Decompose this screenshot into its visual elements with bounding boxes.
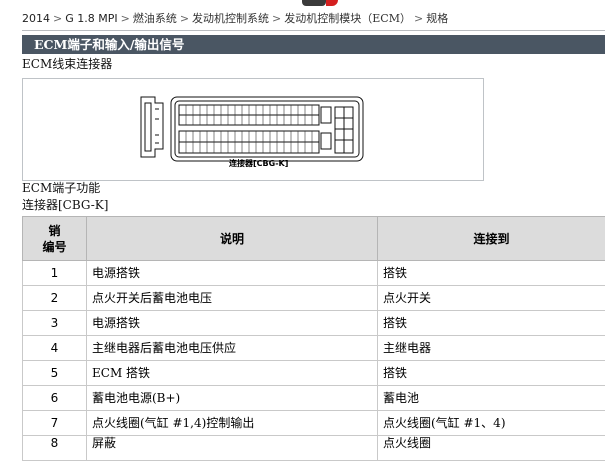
pin-number: 5 bbox=[23, 361, 87, 386]
pin-connection: 搭铁 bbox=[378, 361, 605, 386]
pin-number-header: 销 编号 bbox=[23, 217, 87, 261]
pin-number: 6 bbox=[23, 386, 87, 411]
pin-connection: 主继电器 bbox=[378, 336, 605, 361]
breadcrumb-item-ecm[interactable]: 发动机控制模块（ECM） bbox=[284, 12, 411, 25]
pin-description: 电源搭铁 bbox=[87, 261, 378, 286]
pin-description: 电源搭铁 bbox=[87, 311, 378, 336]
pin-connection: 点火线圈(气缸 #1、4) bbox=[378, 411, 605, 436]
breadcrumb-separator: > bbox=[121, 12, 130, 25]
breadcrumb-item-year[interactable]: 2014 bbox=[22, 12, 50, 25]
table-row: 7 点火线圈(气缸 #1,4)控制输出 点火线圈(气缸 #1、4) bbox=[23, 411, 605, 436]
pin-description: 蓄电池电源(B+) bbox=[87, 386, 378, 411]
pin-header-line2: 编号 bbox=[23, 239, 86, 255]
pin-number: 3 bbox=[23, 311, 87, 336]
breadcrumb-item-spec[interactable]: 规格 bbox=[426, 12, 448, 25]
terminal-function-label: ECM端子功能 bbox=[22, 181, 100, 196]
pin-connection: 搭铁 bbox=[378, 261, 605, 286]
pin-description: 点火线圈(气缸 #1,4)控制输出 bbox=[87, 411, 378, 436]
breadcrumb-item-engine-control[interactable]: 发动机控制系统 bbox=[192, 12, 269, 25]
pin-connection: 点火开关 bbox=[378, 286, 605, 311]
pin-number: 4 bbox=[23, 336, 87, 361]
pin-connection: 点火线圈 bbox=[378, 436, 605, 461]
breadcrumb-separator: > bbox=[414, 12, 423, 25]
table-row: 4 主继电器后蓄电池电压供应 主继电器 bbox=[23, 336, 605, 361]
pin-number: 8 bbox=[23, 436, 87, 461]
section-title: ECM端子和输入/输出信号 bbox=[34, 36, 184, 53]
table-header-row: 销 编号 说明 连接到 bbox=[23, 217, 605, 261]
harness-connector-label: ECM线束连接器 bbox=[22, 57, 112, 72]
breadcrumb-separator: > bbox=[53, 12, 62, 25]
pin-connection: 搭铁 bbox=[378, 311, 605, 336]
table-row: 1 电源搭铁 搭铁 bbox=[23, 261, 605, 286]
table-row: 3 电源搭铁 搭铁 bbox=[23, 311, 605, 336]
pin-header-line1: 销 bbox=[23, 223, 86, 239]
pin-description: 主继电器后蓄电池电压供应 bbox=[87, 336, 378, 361]
breadcrumb-separator: > bbox=[180, 12, 189, 25]
pin-description: 屏蔽 bbox=[87, 436, 378, 461]
pin-number: 7 bbox=[23, 411, 87, 436]
description-header: 说明 bbox=[87, 217, 378, 261]
breadcrumb-separator: > bbox=[272, 12, 281, 25]
terminal-table: 销 编号 说明 连接到 1 电源搭铁 搭铁 2 点火开关后蓄电池电压 点火开关 … bbox=[22, 216, 605, 461]
table-row: 2 点火开关后蓄电池电压 点火开关 bbox=[23, 286, 605, 311]
pin-description: ECM 搭铁 bbox=[87, 361, 378, 386]
connector-diagram: 连接器[CBG-K] bbox=[22, 78, 484, 181]
table-row: 8 屏蔽 点火线圈 bbox=[23, 436, 605, 461]
breadcrumb-item-fuel-system[interactable]: 燃油系统 bbox=[133, 12, 177, 25]
header-divider bbox=[22, 30, 605, 31]
pin-description: 点火开关后蓄电池电压 bbox=[87, 286, 378, 311]
breadcrumb-item-model[interactable]: G 1.8 MPI bbox=[65, 12, 117, 25]
pin-connection: 蓄电池 bbox=[378, 386, 605, 411]
pin-number: 2 bbox=[23, 286, 87, 311]
connector-id-label: 连接器[CBG-K] bbox=[22, 198, 108, 213]
table-row: 5 ECM 搭铁 搭铁 bbox=[23, 361, 605, 386]
table-row: 6 蓄电池电源(B+) 蓄电池 bbox=[23, 386, 605, 411]
pin-number: 1 bbox=[23, 261, 87, 286]
breadcrumb: 2014>G 1.8 MPI>燃油系统>发动机控制系统>发动机控制模块（ECM）… bbox=[22, 8, 448, 30]
connector-caption: 连接器[CBG-K] bbox=[229, 158, 288, 169]
connected-to-header: 连接到 bbox=[378, 217, 605, 261]
brand-logo bbox=[302, 0, 338, 6]
